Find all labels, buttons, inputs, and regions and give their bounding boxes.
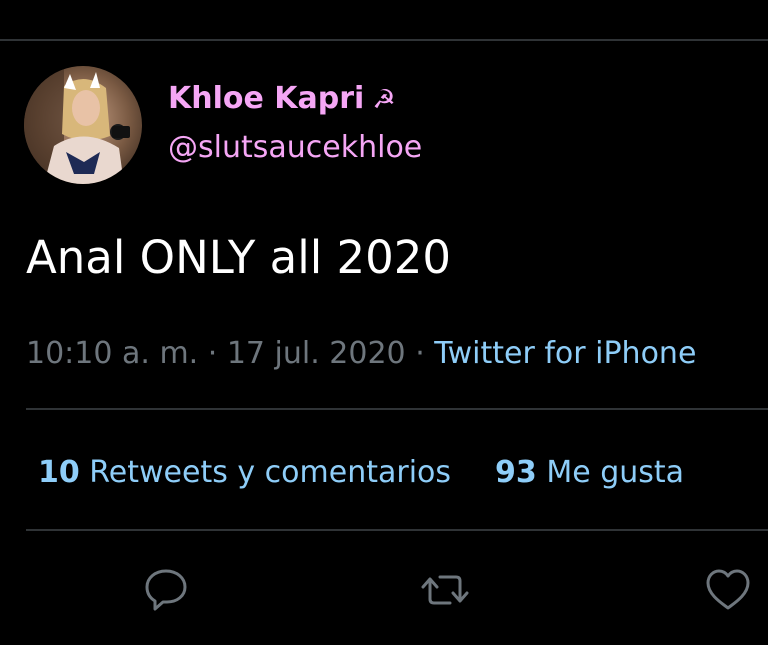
- retweet-icon: [421, 575, 469, 605]
- display-name-text: Khloe Kapri: [168, 81, 365, 116]
- reply-button[interactable]: [141, 565, 191, 615]
- divider: [26, 529, 768, 531]
- retweets-label: Retweets y comentarios: [89, 455, 452, 490]
- retweets-count: 10: [38, 455, 80, 490]
- tweet-stats: 10 Retweets y comentarios 93 Me gusta: [38, 451, 684, 495]
- user-handle[interactable]: @slutsaucekhloe: [168, 129, 422, 167]
- tweet-source[interactable]: Twitter for iPhone: [434, 336, 696, 371]
- top-divider: [0, 39, 768, 41]
- tweet-detail: Khloe Kapri ☭ @slutsaucekhloe Anal ONLY a…: [0, 0, 768, 645]
- retweet-button[interactable]: [420, 565, 470, 615]
- tweet-date[interactable]: 17 jul. 2020: [227, 336, 406, 371]
- retweets-stat[interactable]: 10 Retweets y comentarios: [38, 451, 451, 495]
- heart-icon: [706, 569, 750, 610]
- likes-label: Me gusta: [546, 455, 685, 490]
- meta-separator: ·: [405, 336, 435, 371]
- likes-count: 93: [495, 455, 537, 490]
- tweet-meta: 10:10 a. m. · 17 jul. 2020 · Twitter for…: [26, 332, 696, 376]
- tweet-text: Anal ONLY all 2020: [26, 231, 452, 284]
- likes-stat[interactable]: 93 Me gusta: [495, 451, 684, 495]
- avatar-image: [24, 66, 142, 184]
- reply-icon: [145, 569, 187, 611]
- divider: [26, 408, 768, 410]
- avatar[interactable]: [24, 66, 142, 184]
- meta-separator: ·: [198, 336, 227, 371]
- hammer-sickle-icon: ☭: [372, 85, 396, 115]
- display-name[interactable]: Khloe Kapri ☭: [168, 80, 396, 119]
- tweet-time[interactable]: 10:10 a. m.: [26, 336, 198, 371]
- like-button[interactable]: [703, 565, 753, 615]
